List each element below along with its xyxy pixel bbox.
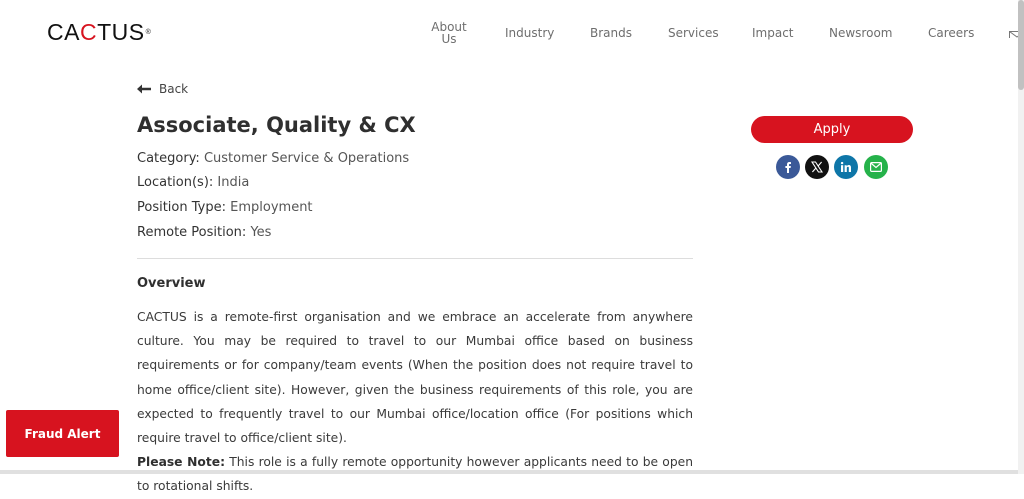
apply-button[interactable]: Apply [751, 116, 913, 143]
linkedin-icon[interactable] [834, 155, 858, 179]
cactus-logo[interactable]: CACTUS® [47, 19, 152, 46]
section-divider [137, 258, 693, 259]
logo-text-end: TUS [97, 19, 145, 45]
nav-newsroom[interactable]: Newsroom [829, 26, 892, 40]
nav-careers[interactable]: Careers [928, 26, 974, 40]
nav-impact[interactable]: Impact [752, 26, 794, 40]
overview-heading: Overview [137, 276, 206, 291]
nav-about-line2: Us [441, 32, 457, 46]
arrow-left-icon [137, 84, 151, 94]
back-label: Back [159, 82, 189, 96]
horizontal-scrollbar[interactable] [0, 470, 1018, 474]
overview-paragraph: CACTUS is a remote-first organisation an… [137, 310, 693, 446]
meta-position-type: Position Type: Employment [137, 200, 313, 215]
vertical-scrollbar[interactable] [1018, 0, 1024, 474]
meta-value: Yes [250, 225, 272, 240]
facebook-icon[interactable] [776, 155, 800, 179]
meta-key: Position Type: [137, 200, 226, 215]
logo-registered-mark: ® [145, 29, 152, 36]
nav-industry[interactable]: Industry [505, 26, 554, 40]
scrollbar-thumb[interactable] [1018, 0, 1024, 90]
meta-remote-position: Remote Position: Yes [137, 225, 271, 240]
site-header: CACTUS® About Us Industry Brands Service… [0, 0, 1024, 66]
meta-category: Category: Customer Service & Operations [137, 151, 409, 166]
meta-value: Customer Service & Operations [203, 151, 410, 166]
email-icon[interactable] [864, 155, 888, 179]
nav-about-us[interactable]: About Us [427, 21, 471, 45]
back-link[interactable]: Back [137, 82, 188, 96]
logo-text-accent: C [79, 19, 98, 45]
note-paragraph: Please Note: This role is a fully remote… [137, 450, 693, 498]
meta-key: Location(s): [137, 175, 214, 190]
meta-value: India [217, 175, 250, 190]
nav-brands[interactable]: Brands [590, 26, 632, 40]
note-label: Please Note: [137, 455, 225, 470]
job-title: Associate, Quality & CX [137, 113, 416, 137]
nav-services[interactable]: Services [668, 26, 719, 40]
meta-key: Remote Position: [137, 225, 247, 240]
fraud-alert-button[interactable]: Fraud Alert [6, 410, 119, 457]
x-icon[interactable] [805, 155, 829, 179]
meta-key: Category: [137, 151, 200, 166]
meta-location: Location(s): India [137, 175, 249, 190]
meta-value: Employment [230, 200, 313, 215]
logo-text-start: CA [47, 19, 80, 45]
